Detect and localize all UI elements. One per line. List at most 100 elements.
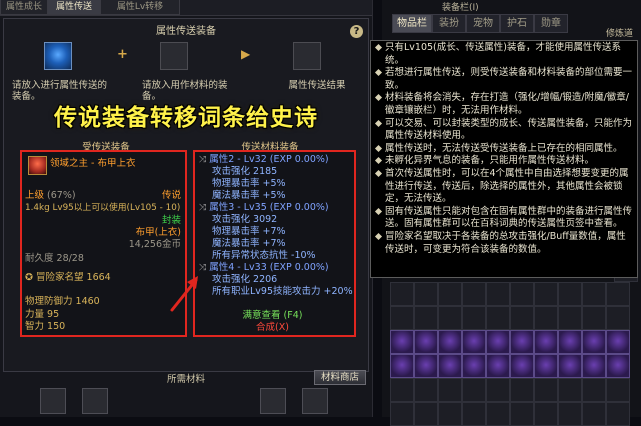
attribute-line: 所有异常状态抗性 -10% (212, 250, 316, 261)
item-name: 领域之主 - 布甲上衣 (50, 158, 136, 169)
inventory-slot[interactable] (582, 330, 606, 354)
item-weight-requirement: 1.4kg Lv95以上可以使用(Lv105 - 10) (25, 203, 181, 213)
inventory-slot[interactable] (486, 354, 510, 378)
item-durability: 耐久度 28/28 (25, 253, 84, 264)
inventory-slot[interactable] (534, 306, 558, 330)
tooltip-line: 只有Lv105(成长、传送属性)装备，才能使用属性传送系统。 (375, 42, 634, 67)
inventory-slot[interactable] (486, 402, 510, 426)
inventory-slot[interactable] (558, 330, 582, 354)
inventory-slot[interactable] (438, 306, 462, 330)
inventory-slot[interactable] (510, 402, 534, 426)
inventory-slot[interactable] (462, 306, 486, 330)
inventory-slot[interactable] (606, 282, 630, 306)
attribute-line: 攻击强化 2185 (212, 166, 278, 177)
inventory-slot[interactable] (606, 330, 630, 354)
material-shop-button[interactable]: 材料商店 (314, 370, 366, 385)
inventory-slot[interactable] (582, 306, 606, 330)
inventory-slot[interactable] (414, 378, 438, 402)
inventory-slot[interactable] (414, 354, 438, 378)
inventory-slot[interactable] (390, 282, 414, 306)
inventory-slot[interactable] (558, 402, 582, 426)
inventory-slot[interactable] (534, 402, 558, 426)
tab-pet[interactable]: 宠物 (466, 14, 500, 33)
inventory-slot[interactable] (606, 402, 630, 426)
source-equipment-slot[interactable] (44, 42, 72, 70)
attribute-line: 攻击强化 3092 (212, 214, 278, 225)
inventory-slot[interactable] (462, 330, 486, 354)
material-slot[interactable] (302, 388, 328, 414)
inventory-slot[interactable] (438, 354, 462, 378)
inventory-slot[interactable] (486, 378, 510, 402)
inventory-slot[interactable] (390, 330, 414, 354)
inventory-slot[interactable] (414, 282, 438, 306)
inventory-slot[interactable] (462, 402, 486, 426)
inventory-slot[interactable] (438, 282, 462, 306)
inventory-slot[interactable] (414, 402, 438, 426)
tab-medal[interactable]: 勋章 (534, 14, 568, 33)
inventory-slot[interactable] (606, 354, 630, 378)
help-icon[interactable]: ? (350, 25, 363, 38)
inventory-slot[interactable] (510, 282, 534, 306)
material-slot[interactable] (82, 388, 108, 414)
item-sealed: 封装 (161, 215, 181, 226)
inventory-slot[interactable] (438, 402, 462, 426)
inventory-slot[interactable] (390, 378, 414, 402)
inventory-slot[interactable] (438, 330, 462, 354)
inventory-slot[interactable] (558, 354, 582, 378)
tab-bar: 属性成长 属性传送 属性Lv转移 (0, 0, 372, 16)
material-slot[interactable] (40, 388, 66, 414)
item-type: 布甲(上衣) (135, 227, 181, 238)
material-equipment-slot[interactable] (160, 42, 188, 70)
inventory-slot[interactable] (486, 330, 510, 354)
attribute-line: 所有职业Lv95技能攻击力 +20% (212, 286, 353, 297)
stat-intelligence: 智力 150 (25, 321, 66, 332)
inventory-slot[interactable] (462, 282, 486, 306)
inventory-slot[interactable] (606, 306, 630, 330)
attribute-line: 攻击强化 2206 (212, 274, 278, 285)
attribute-line: 物理暴击率 +5% (212, 178, 286, 189)
preview-button[interactable]: 满意查看 (F4) (195, 310, 350, 321)
inventory-slot[interactable] (414, 306, 438, 330)
attribute-4-title: ⤨ 属性4 - Lv33 (EXP 0.00%) (199, 262, 329, 273)
inventory-slot[interactable] (510, 354, 534, 378)
synthesize-button[interactable]: 合成(X) (195, 322, 350, 333)
inventory-slot[interactable] (390, 306, 414, 330)
inventory-slot[interactable] (558, 282, 582, 306)
inventory-slot[interactable] (558, 378, 582, 402)
inventory-slot[interactable] (558, 306, 582, 330)
inventory-slot[interactable] (486, 306, 510, 330)
tab-lv-transfer[interactable]: 属性Lv转移 (100, 0, 180, 15)
inventory-slot[interactable] (486, 282, 510, 306)
inventory-slot[interactable] (390, 402, 414, 426)
tab-transfer[interactable]: 属性传送 (47, 0, 101, 15)
inventory-slot[interactable] (462, 378, 486, 402)
inventory-slot[interactable] (582, 354, 606, 378)
inventory-slot[interactable] (534, 330, 558, 354)
tooltip-line: 若想进行属性传送，则受传送装备和材料装备的部位需要一致。 (375, 67, 634, 92)
inventory-slot[interactable] (582, 282, 606, 306)
inventory-slot[interactable] (390, 354, 414, 378)
inventory-slot[interactable] (582, 378, 606, 402)
inventory-slot[interactable] (462, 354, 486, 378)
inventory-slot[interactable] (582, 402, 606, 426)
material-slot[interactable] (260, 388, 286, 414)
inventory-slot[interactable] (510, 330, 534, 354)
inventory-slot[interactable] (510, 378, 534, 402)
inventory-slot[interactable] (510, 306, 534, 330)
attribute-3-title: ⤨ 属性3 - Lv35 (EXP 0.00%) (199, 202, 329, 213)
attribute-line: 魔法暴击率 +5% (212, 190, 286, 201)
tab-avatar[interactable]: 装扮 (432, 14, 466, 33)
result-slot (293, 42, 321, 70)
tab-talisman[interactable]: 护石 (500, 14, 534, 33)
inventory-slot[interactable] (534, 378, 558, 402)
inventory-slot[interactable] (534, 354, 558, 378)
inventory-slot[interactable] (606, 378, 630, 402)
adventurer-fame: ✪ 冒险家名望 1664 (25, 272, 111, 283)
attribute-line: 物理暴击率 +7% (212, 226, 286, 237)
inventory-slot[interactable] (438, 378, 462, 402)
tab-growth[interactable]: 属性成长 (0, 0, 48, 15)
property-transfer-panel: 属性成长 属性传送 属性Lv转移 属性传送装备 ? + ▶ 请放入进行属性传送的… (0, 0, 373, 417)
inventory-slot[interactable] (534, 282, 558, 306)
tab-inventory[interactable]: 物品栏 (392, 14, 432, 33)
inventory-slot[interactable] (414, 330, 438, 354)
